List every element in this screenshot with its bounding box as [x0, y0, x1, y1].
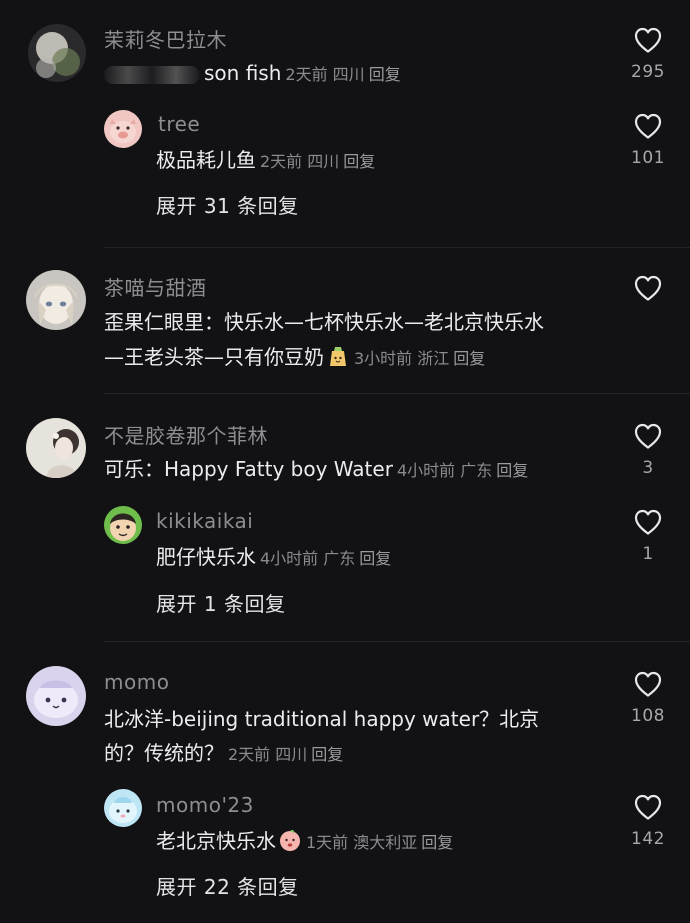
reply-location: 广东 [323, 549, 356, 568]
reply-time: 2天前 [260, 152, 303, 171]
reply-text: 老北京快乐水 1天前 澳大利亚 回复 [156, 824, 453, 860]
comment-username[interactable]: 茶喵与甜酒 [104, 272, 207, 301]
like-count: 3 [642, 458, 654, 478]
like-count: 108 [631, 706, 665, 726]
comment-username[interactable]: momo [104, 670, 169, 694]
heart-outline-icon[interactable] [632, 110, 664, 142]
comment-time: 2天前 [228, 745, 271, 764]
like-button[interactable]: 101 [626, 110, 670, 168]
reply-location: 四川 [307, 152, 340, 171]
comment-meta: 2天前 四川 回复 [228, 745, 343, 764]
reply-time: 1天前 [306, 833, 349, 852]
reply-button[interactable]: 回复 [359, 549, 391, 568]
reply-text-content: 肥仔快乐水 [156, 545, 256, 569]
comment-time: 4小时前 [396, 461, 456, 480]
comment-text-content: —王老头茶—只有你豆奶 [104, 345, 324, 369]
avatar[interactable] [26, 270, 86, 330]
reply-username[interactable]: momo'23 [156, 793, 254, 817]
comment-text-line2: —王老头茶—只有你豆奶 3小时前 浙江 回复 [104, 340, 485, 376]
heart-outline-icon[interactable] [632, 791, 664, 823]
avatar[interactable] [28, 24, 86, 82]
comment-text: 北冰洋-beijing traditional happy water？北京 [104, 707, 540, 731]
reply-button[interactable]: 回复 [496, 461, 528, 480]
like-count: 1 [642, 544, 654, 564]
reply-button[interactable]: 回复 [311, 745, 343, 764]
divider [104, 393, 690, 394]
reply-text: 极品耗儿鱼 2天前 四川 回复 [156, 143, 375, 179]
comment-location: 四川 [275, 745, 308, 764]
reply-button[interactable]: 回复 [343, 152, 375, 171]
comment-text-content: 可乐：Happy Fatty boy Water [104, 457, 393, 481]
comment-username[interactable]: 茉莉冬巴拉木 [104, 24, 227, 53]
expand-replies-button[interactable]: 展开 22 条回复 [156, 871, 299, 900]
reply-text-content: 极品耗儿鱼 [156, 148, 256, 172]
like-count: 142 [631, 829, 665, 849]
avatar[interactable] [104, 110, 142, 148]
expand-replies-button[interactable]: 展开 31 条回复 [156, 190, 299, 219]
comment-text: 可乐：Happy Fatty boy Water 4小时前 广东 回复 [104, 452, 528, 488]
comment-text-visible: son fish [204, 61, 282, 85]
reply-button[interactable]: 回复 [453, 349, 485, 368]
comment-text: 歪果仁眼里：快乐水—七杯快乐水—老北京快乐水 [104, 310, 544, 334]
blurred-text [104, 65, 200, 84]
like-count: 295 [631, 62, 665, 82]
heart-outline-icon[interactable] [632, 506, 664, 538]
like-button[interactable] [626, 272, 670, 310]
like-count: 101 [631, 148, 665, 168]
reply-text-content: 老北京快乐水 [156, 829, 276, 853]
like-button[interactable]: 108 [626, 668, 670, 726]
reply-meta: 2天前 四川 回复 [260, 152, 375, 171]
avatar[interactable] [104, 789, 142, 827]
avatar[interactable] [104, 506, 142, 544]
reply-time: 4小时前 [260, 549, 319, 568]
comment-text: son fish 2天前 四川 回复 [104, 56, 401, 92]
like-button[interactable]: 295 [626, 24, 670, 82]
comment-username[interactable]: 不是胶卷那个菲林 [104, 420, 268, 449]
reply-location: 澳大利亚 [353, 833, 418, 852]
divider [104, 641, 690, 642]
reply-button[interactable]: 回复 [421, 833, 453, 852]
reply-meta: 1天前 澳大利亚 回复 [306, 833, 453, 852]
comment-time: 2天前 [285, 65, 328, 84]
comment-meta: 3小时前 浙江 回复 [354, 349, 485, 368]
comment-meta: 2天前 四川 回复 [285, 65, 400, 84]
heart-outline-icon[interactable] [632, 668, 664, 700]
avatar[interactable] [26, 666, 86, 726]
reply-username[interactable]: kikikaikai [156, 509, 253, 533]
heart-outline-icon[interactable] [632, 272, 664, 304]
divider [104, 247, 690, 248]
reply-text: 肥仔快乐水 4小时前 广东 回复 [156, 540, 391, 576]
bean-milk-emoji-icon [330, 347, 346, 366]
comment-location: 浙江 [417, 349, 450, 368]
avatar[interactable] [26, 418, 86, 478]
like-button[interactable]: 3 [626, 420, 670, 478]
like-button[interactable]: 142 [626, 791, 670, 849]
comment-text-line2: 的？传统的？ 2天前 四川 回复 [104, 736, 343, 772]
comment-time: 3小时前 [354, 349, 413, 368]
reply-username[interactable]: tree [158, 112, 200, 136]
comment-text-content: 的？传统的？ [104, 741, 224, 765]
comment-location: 四川 [332, 65, 365, 84]
comment-meta: 4小时前 广东 回复 [397, 461, 528, 480]
like-button[interactable]: 1 [626, 506, 670, 564]
reply-meta: 4小时前 广东 回复 [260, 549, 391, 568]
peach-face-emoji-icon [280, 829, 300, 851]
comment-location: 广东 [460, 461, 493, 480]
expand-replies-button[interactable]: 展开 1 条回复 [156, 588, 285, 617]
heart-outline-icon[interactable] [632, 420, 664, 452]
heart-outline-icon[interactable] [632, 24, 664, 56]
reply-button[interactable]: 回复 [369, 65, 401, 84]
